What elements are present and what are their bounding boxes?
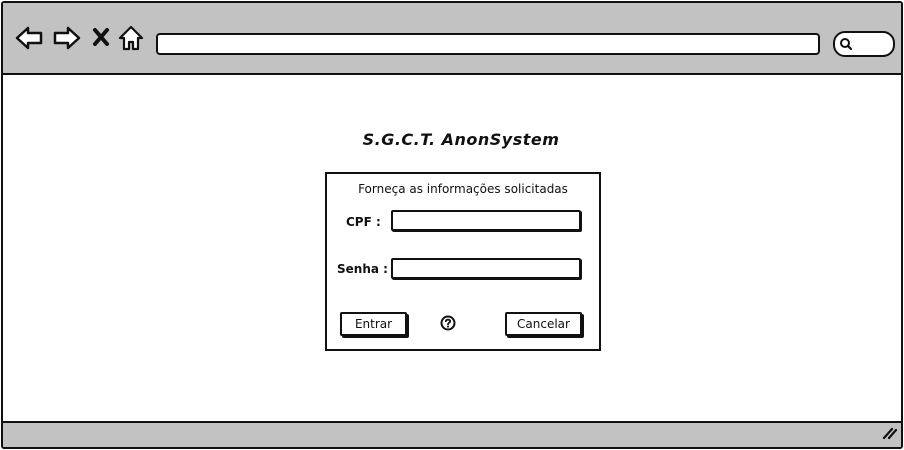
cpf-input[interactable] <box>391 210 581 231</box>
resize-handle-icon[interactable] <box>881 425 898 444</box>
app-title: S.G.C.T. AnonSystem <box>362 130 560 149</box>
browser-status-bar <box>3 421 901 447</box>
cancel-button[interactable]: Cancelar <box>505 312 582 336</box>
login-form: Forneça as informações solicitadas CPF :… <box>325 172 601 351</box>
forward-arrow-icon[interactable] <box>53 25 81 51</box>
browser-toolbar <box>3 3 901 75</box>
submit-button[interactable]: Entrar <box>340 312 407 336</box>
cpf-label: CPF : <box>346 215 381 229</box>
back-arrow-icon[interactable] <box>15 25 43 51</box>
form-caption: Forneça as informações solicitadas <box>358 182 568 196</box>
search-icon <box>840 38 853 51</box>
home-icon[interactable] <box>117 25 145 51</box>
close-icon[interactable] <box>91 25 111 51</box>
password-input[interactable] <box>391 258 581 279</box>
browser-search-box[interactable] <box>833 31 895 57</box>
question-mark-icon[interactable] <box>440 315 456 335</box>
password-label: Senha : <box>337 262 388 276</box>
browser-window: S.G.C.T. AnonSystem Forneça as informaçõ… <box>1 1 903 449</box>
address-bar[interactable] <box>156 33 820 55</box>
